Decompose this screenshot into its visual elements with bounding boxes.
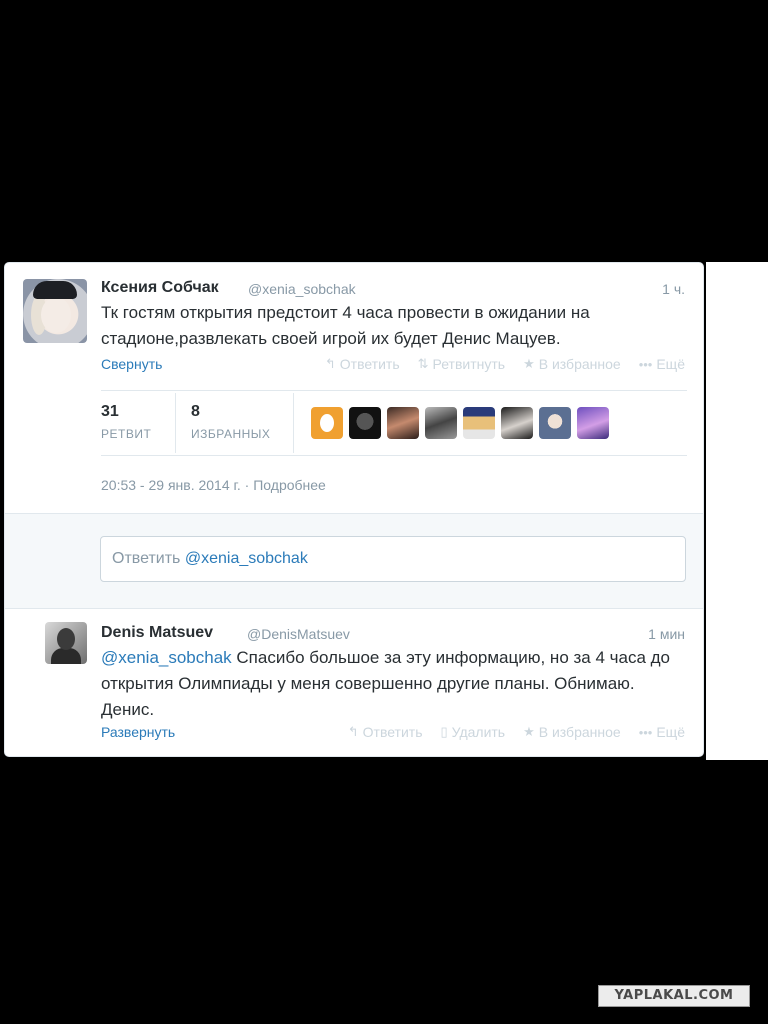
avatar[interactable]: [45, 622, 87, 664]
retweet-count: 31: [101, 403, 119, 420]
reply-button[interactable]: ↰ Ответить: [325, 356, 400, 372]
retweet-label: РЕТВИТ: [101, 427, 152, 441]
reply-tweet: Denis Matsuev @DenisMatsuev 1 мин @xenia…: [5, 608, 703, 756]
author-handle[interactable]: @xenia_sobchak: [248, 281, 356, 297]
tweet-actions: ↰ Ответить ▯ Удалить ★ В избранное ••• Ещё: [348, 724, 685, 740]
favoriters-list: [311, 407, 609, 439]
favorite-button[interactable]: ★ В избранное: [523, 356, 621, 372]
reply-icon: ↰: [324, 356, 336, 371]
user-avatar[interactable]: [349, 407, 381, 439]
more-button[interactable]: ••• Ещё: [639, 356, 685, 372]
egg-avatar[interactable]: [311, 407, 343, 439]
site-watermark: YAPLAKAL.COM: [598, 985, 750, 1007]
more-icon: •••: [638, 724, 653, 740]
favorite-button[interactable]: ★ В избранное: [523, 724, 621, 740]
more-button[interactable]: ••• Ещё: [639, 724, 685, 740]
tweet-card: Ксения Собчак @xenia_sobchak 1 ч. Тк гос…: [4, 262, 704, 757]
star-icon: ★: [523, 724, 535, 739]
user-avatar[interactable]: [539, 407, 571, 439]
reply-prefix: Ответить: [112, 550, 181, 567]
favorite-label: ИЗБРАННЫХ: [191, 427, 271, 441]
user-avatar[interactable]: [463, 407, 495, 439]
tweet-time[interactable]: 1 мин: [648, 626, 685, 642]
tweet-main: Ксения Собчак @xenia_sobchak 1 ч. Тк гос…: [5, 263, 703, 513]
expand-link[interactable]: Развернуть: [101, 724, 175, 740]
user-avatar[interactable]: [577, 407, 609, 439]
avatar[interactable]: [23, 279, 87, 343]
reply-button[interactable]: ↰ Ответить: [348, 724, 423, 740]
trash-icon: ▯: [440, 724, 448, 739]
retweet-button[interactable]: ⇅ Ретвитнуть: [418, 356, 505, 372]
user-avatar[interactable]: [501, 407, 533, 439]
tweet-date[interactable]: 20:53 - 29 янв. 2014 г. · Подробнее: [101, 477, 326, 493]
mention-link[interactable]: @xenia_sobchak: [101, 648, 232, 667]
delete-button[interactable]: ▯ Удалить: [440, 724, 505, 740]
reply-mention: @xenia_sobchak: [184, 550, 308, 567]
user-avatar[interactable]: [387, 407, 419, 439]
background-strip: [706, 262, 768, 760]
tweet-actions: ↰ Ответить ⇅ Ретвитнуть ★ В избранное ••• Ещ…: [325, 356, 685, 372]
tweet-text: @xenia_sobchak Спасибо большое за эту ин…: [101, 645, 691, 723]
reply-area: Ответить @xenia_sobchak: [5, 513, 703, 609]
retweet-stat[interactable]: 31 РЕТВИТ: [101, 403, 151, 441]
retweet-icon: ⇅: [417, 356, 429, 371]
more-icon: •••: [638, 356, 653, 372]
author-name[interactable]: Denis Matsuev: [101, 624, 213, 642]
star-icon: ★: [523, 356, 535, 371]
tweet-text: Тк гостям открытия предстоит 4 часа пров…: [101, 303, 590, 348]
divider: [101, 390, 687, 391]
tweet-time[interactable]: 1 ч.: [662, 281, 685, 297]
favorite-stat[interactable]: 8 ИЗБРАННЫХ: [191, 403, 270, 441]
favorite-count: 8: [191, 403, 200, 420]
collapse-link[interactable]: Свернуть: [101, 356, 162, 372]
author-handle[interactable]: @DenisMatsuev: [247, 626, 350, 642]
divider: [101, 455, 687, 456]
author-name[interactable]: Ксения Собчак: [101, 279, 219, 297]
stat-divider: [175, 393, 176, 453]
reply-input[interactable]: Ответить @xenia_sobchak: [100, 536, 686, 582]
user-avatar[interactable]: [425, 407, 457, 439]
reply-icon: ↰: [347, 724, 359, 739]
stat-divider: [293, 393, 294, 453]
